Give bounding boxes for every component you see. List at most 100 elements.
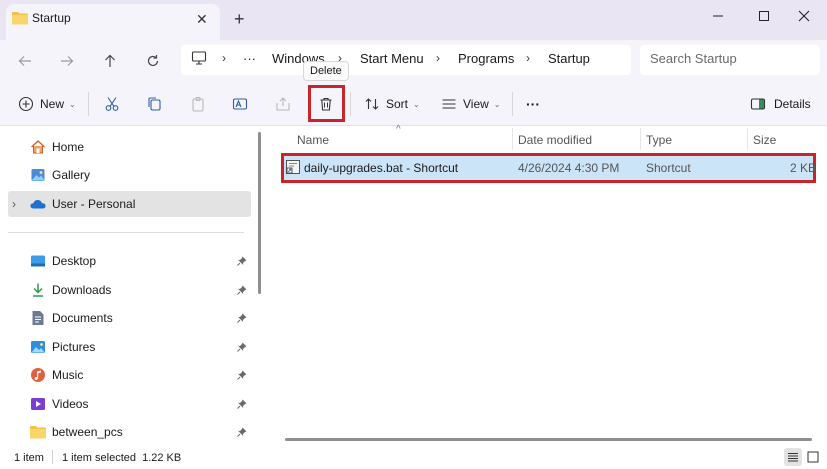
this-pc-icon (191, 50, 207, 66)
sidebar-item-label: User - Personal (52, 197, 136, 211)
sidebar-item-label: Home (52, 140, 85, 154)
file-size: 2 KB (790, 161, 817, 175)
new-button[interactable]: New ⌄ (18, 93, 76, 115)
pin-icon[interactable] (237, 427, 247, 437)
sidebar-item-label: Pictures (52, 340, 96, 354)
column-divider[interactable] (512, 128, 513, 150)
paste-button[interactable] (190, 93, 206, 115)
horizontal-scrollbar[interactable] (285, 438, 812, 441)
chevron-down-icon: ⌄ (493, 99, 501, 109)
downloads-icon (30, 282, 46, 298)
up-arrow-icon[interactable] (97, 48, 123, 74)
home-icon (30, 139, 46, 155)
plus-circle-icon (18, 96, 34, 112)
column-divider[interactable] (747, 128, 748, 150)
view-icon (441, 96, 457, 112)
sidebar-item-label: Videos (52, 397, 89, 411)
sidebar-scrollbar[interactable] (258, 132, 261, 294)
sidebar-item-label: Desktop (52, 254, 97, 268)
file-date: 4/26/2024 4:30 PM (518, 161, 620, 175)
forward-arrow-icon[interactable] (54, 48, 80, 74)
share-button[interactable] (275, 93, 291, 115)
pin-icon[interactable] (237, 370, 247, 380)
sort-label: Sort (386, 97, 409, 111)
sidebar-item-label: Documents (52, 311, 113, 325)
sidebar-item-label: Downloads (52, 283, 112, 297)
file-name: daily-upgrades.bat - Shortcut (304, 161, 459, 175)
new-label: New (40, 97, 65, 111)
tiles-view-icon[interactable] (804, 448, 822, 466)
pin-icon[interactable] (237, 256, 247, 266)
videos-icon (30, 396, 46, 412)
more-options-button[interactable]: ··· (526, 93, 540, 115)
column-header-size[interactable]: Size (753, 133, 776, 147)
sidebar-item-user-personal[interactable]: › User - Personal (8, 191, 251, 217)
view-label: View (463, 97, 489, 111)
pin-icon[interactable] (237, 285, 247, 295)
pictures-icon (30, 339, 46, 355)
column-header-date-modified[interactable]: Date modified (518, 133, 592, 147)
close-tab-icon[interactable]: ✕ (196, 11, 208, 28)
sidebar-item-home[interactable]: Home (8, 134, 251, 160)
pin-icon[interactable] (237, 399, 247, 409)
toolbar-divider (512, 92, 513, 116)
folder-icon (12, 11, 28, 25)
sidebar-item-label: Gallery (52, 168, 91, 182)
back-arrow-icon[interactable] (12, 48, 38, 74)
view-button[interactable]: View ⌄ (441, 93, 501, 115)
rename-icon (232, 96, 248, 112)
cut-button[interactable] (104, 93, 120, 115)
pin-icon[interactable] (237, 313, 247, 323)
details-button[interactable]: Details (750, 93, 811, 115)
breadcrumb-programs[interactable]: Programs (458, 51, 514, 66)
toolbar-divider (350, 92, 351, 116)
details-label: Details (774, 97, 811, 111)
breadcrumb-startup[interactable]: Startup (548, 51, 590, 66)
chevron-right-icon: › (436, 51, 440, 65)
chevron-right-icon: › (526, 51, 530, 65)
sidebar-item-label: between_pcs (52, 425, 123, 439)
desktop-icon (30, 253, 46, 269)
share-icon (275, 96, 291, 112)
column-header-type[interactable]: Type (646, 133, 672, 147)
delete-tooltip: Delete (303, 61, 349, 81)
sidebar-item-desktop[interactable]: Desktop (8, 248, 251, 274)
search-placeholder: Search Startup (650, 51, 737, 66)
column-header-name[interactable]: Name (297, 133, 329, 147)
refresh-icon[interactable] (140, 48, 166, 74)
status-divider (52, 450, 53, 464)
sidebar-item-videos[interactable]: Videos (8, 391, 251, 417)
breadcrumb-overflow[interactable]: ··· (243, 51, 256, 66)
chevron-down-icon: ⌄ (413, 99, 420, 109)
close-window-icon[interactable] (781, 4, 827, 28)
new-tab-button[interactable]: + (234, 9, 245, 30)
gallery-icon (30, 167, 46, 183)
shortcut-file-icon (286, 160, 300, 174)
breadcrumb-start-menu[interactable]: Start Menu (360, 51, 424, 66)
sidebar-item-music[interactable]: Music (8, 362, 251, 388)
chevron-right-icon: › (222, 51, 226, 65)
onedrive-icon (30, 196, 46, 212)
status-selection: 1 item selected 1.22 KB (62, 452, 182, 464)
paste-icon (190, 96, 206, 112)
details-view-icon[interactable] (784, 448, 802, 466)
column-divider[interactable] (640, 128, 641, 150)
details-pane-icon (750, 96, 766, 112)
copy-button[interactable] (146, 93, 162, 115)
tab-title: Startup (32, 11, 71, 25)
sort-button[interactable]: Sort ⌄ (364, 93, 420, 115)
minimize-icon[interactable] (695, 4, 741, 28)
sidebar-item-between-pcs[interactable]: between_pcs (8, 419, 251, 445)
sort-icon (364, 96, 380, 112)
rename-button[interactable] (232, 93, 248, 115)
sidebar-item-pictures[interactable]: Pictures (8, 334, 251, 360)
chevron-down-icon: ⌄ (69, 99, 76, 109)
pin-icon[interactable] (237, 342, 247, 352)
music-icon (30, 367, 46, 383)
delete-highlight-box (308, 85, 345, 122)
chevron-right-icon: › (12, 197, 16, 211)
sidebar-item-documents[interactable]: Documents (8, 305, 251, 331)
file-type: Shortcut (646, 161, 691, 175)
sidebar-item-downloads[interactable]: Downloads (8, 277, 251, 303)
sidebar-item-gallery[interactable]: Gallery (8, 162, 251, 188)
